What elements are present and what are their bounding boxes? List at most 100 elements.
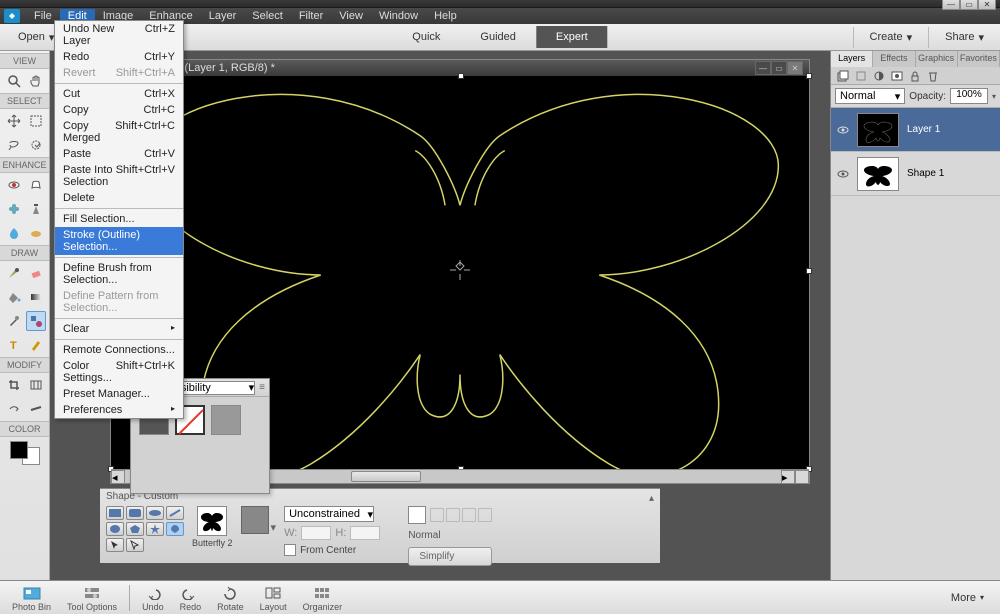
transform-handle[interactable] <box>806 268 812 274</box>
shape-direct-select[interactable] <box>126 538 144 552</box>
fill-tool[interactable] <box>4 287 24 307</box>
shape-rect[interactable] <box>106 506 124 520</box>
shape-preview[interactable]: Butterfly 2 <box>192 506 233 548</box>
from-center-checkbox[interactable] <box>284 544 296 556</box>
new-layer-icon[interactable] <box>835 69 851 83</box>
layer-thumbnail[interactable] <box>857 157 899 191</box>
new-layer-toggle[interactable] <box>408 506 426 524</box>
options-close-icon[interactable]: ▴ <box>649 493 654 504</box>
blur-tool[interactable] <box>4 223 24 243</box>
menu-window[interactable]: Window <box>371 9 426 23</box>
mode-guided[interactable]: Guided <box>460 26 535 48</box>
menu-layer[interactable]: Layer <box>201 9 245 23</box>
crop-tool[interactable] <box>4 375 24 395</box>
window-maximize[interactable]: ▭ <box>960 0 978 10</box>
lock-layer-icon[interactable] <box>907 69 923 83</box>
shape-ellipse[interactable] <box>106 522 124 536</box>
eraser-tool[interactable] <box>26 263 46 283</box>
share-button[interactable]: Share▾ <box>928 27 1000 48</box>
rotate-button[interactable]: Rotate <box>209 584 252 612</box>
tab-effects[interactable]: Effects <box>873 51 915 67</box>
shape-tool[interactable] <box>26 311 46 331</box>
undo-button[interactable]: Undo <box>134 584 172 612</box>
scroll-resize[interactable] <box>795 470 809 484</box>
clone-tool[interactable] <box>26 199 46 219</box>
menu-help[interactable]: Help <box>426 9 465 23</box>
combine-intersect[interactable] <box>462 508 476 522</box>
tab-favorites[interactable]: Favorites <box>958 51 1000 67</box>
gradient-tool[interactable] <box>26 287 46 307</box>
opacity-input[interactable]: 100% <box>950 88 988 104</box>
edit-menu-item[interactable]: Delete <box>55 190 183 206</box>
pencil-tool[interactable] <box>26 335 46 355</box>
menu-view[interactable]: View <box>331 9 371 23</box>
organizer-button[interactable]: Organizer <box>295 584 351 612</box>
whiten-tool[interactable] <box>26 175 46 195</box>
layer-mask-icon[interactable] <box>889 69 905 83</box>
picker-tool[interactable] <box>4 311 24 331</box>
shape-select-tool[interactable] <box>106 538 124 552</box>
scroll-right-arrow[interactable]: ▸ <box>781 470 795 484</box>
layer-row[interactable]: Shape 1 <box>831 152 1000 196</box>
edit-menu-item[interactable]: Fill Selection... <box>55 211 183 227</box>
edit-menu-item[interactable]: Copy MergedShift+Ctrl+C <box>55 118 183 146</box>
visibility-toggle-icon[interactable] <box>837 168 849 180</box>
edit-menu-item[interactable]: Clear▸ <box>55 321 183 337</box>
marquee-tool[interactable] <box>26 111 46 131</box>
layer-row[interactable]: Layer 1 <box>831 108 1000 152</box>
combine-subtract[interactable] <box>446 508 460 522</box>
recompose-tool[interactable] <box>26 375 46 395</box>
sponge-tool[interactable] <box>26 223 46 243</box>
color-swatches[interactable] <box>10 441 40 465</box>
chevron-down-icon[interactable]: ▾ <box>271 521 277 534</box>
shape-polygon[interactable] <box>126 522 144 536</box>
edit-menu-item[interactable]: CutCtrl+X <box>55 86 183 102</box>
doc-maximize[interactable]: ▭ <box>771 61 787 75</box>
redo-button[interactable]: Redo <box>172 584 210 612</box>
delete-layer-icon[interactable] <box>925 69 941 83</box>
transform-handle[interactable] <box>458 73 464 79</box>
combine-exclude[interactable] <box>478 508 492 522</box>
edit-menu-item[interactable]: CopyCtrl+C <box>55 102 183 118</box>
edit-menu-item[interactable]: Define Brush from Selection... <box>55 260 183 288</box>
shape-ellipse-h[interactable] <box>146 506 164 520</box>
zoom-tool[interactable] <box>4 71 24 91</box>
tab-layers[interactable]: Layers <box>831 51 873 67</box>
edit-menu-item[interactable]: Remote Connections... <box>55 342 183 358</box>
brush-tool[interactable] <box>4 263 24 283</box>
edit-menu-item[interactable]: RedoCtrl+Y <box>55 49 183 65</box>
chevron-down-icon[interactable]: ▾ <box>992 92 996 101</box>
doc-minimize[interactable]: — <box>755 61 771 75</box>
hand-tool[interactable] <box>26 71 46 91</box>
edit-menu-item[interactable]: PasteCtrl+V <box>55 146 183 162</box>
mode-quick[interactable]: Quick <box>392 26 460 48</box>
quick-select-tool[interactable] <box>26 135 46 155</box>
content-move-tool[interactable] <box>4 399 24 419</box>
edit-menu-item[interactable]: Undo New LayerCtrl+Z <box>55 21 183 49</box>
visibility-toggle-icon[interactable] <box>837 124 849 136</box>
mode-expert[interactable]: Expert <box>536 26 608 48</box>
edit-menu-item[interactable]: Paste Into SelectionShift+Ctrl+V <box>55 162 183 190</box>
shape-custom[interactable] <box>166 522 184 536</box>
move-tool[interactable] <box>4 111 24 131</box>
lasso-tool[interactable] <box>4 135 24 155</box>
foreground-color[interactable] <box>10 441 28 459</box>
spot-heal-tool[interactable] <box>4 199 24 219</box>
transform-handle[interactable] <box>806 73 812 79</box>
window-close[interactable]: ✕ <box>978 0 996 10</box>
width-input[interactable] <box>301 526 331 540</box>
combine-add[interactable] <box>430 508 444 522</box>
adjustment-layer-icon[interactable] <box>871 69 887 83</box>
doc-close[interactable]: ✕ <box>787 61 803 75</box>
shape-color-picker[interactable] <box>241 506 269 534</box>
panel-menu-icon[interactable]: ≡ <box>259 382 265 393</box>
redeye-tool[interactable] <box>4 175 24 195</box>
layout-button[interactable]: Layout <box>252 584 295 612</box>
style-swatch[interactable] <box>211 405 241 435</box>
menu-filter[interactable]: Filter <box>291 9 331 23</box>
create-button[interactable]: Create▾ <box>853 27 929 48</box>
menu-select[interactable]: Select <box>244 9 291 23</box>
shape-roundrect[interactable] <box>126 506 144 520</box>
window-minimize[interactable]: — <box>942 0 960 10</box>
simplify-button[interactable]: Simplify <box>408 547 492 566</box>
